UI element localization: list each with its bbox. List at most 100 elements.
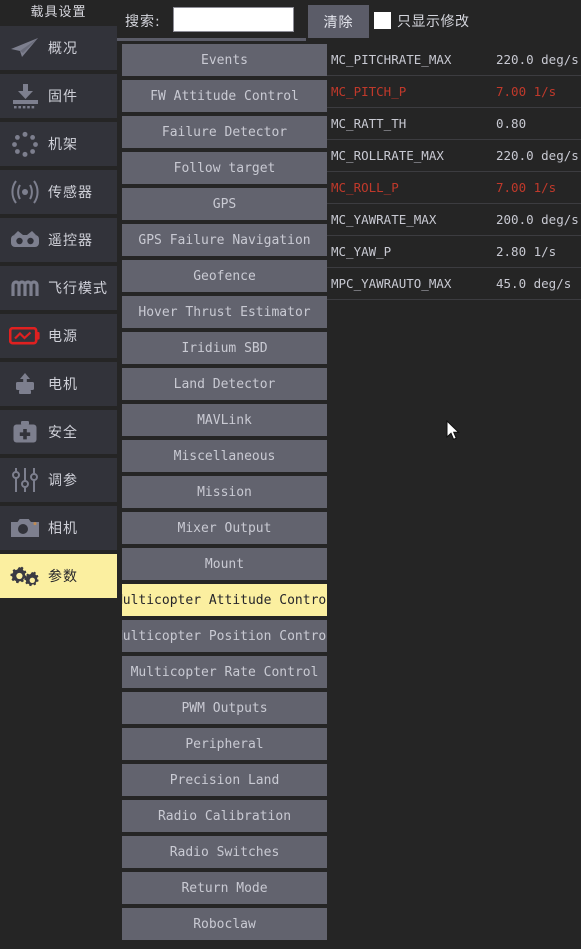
parameter-group-item[interactable]: Return Mode — [122, 872, 327, 904]
parameter-group-item[interactable]: Radio Calibration — [122, 800, 327, 832]
parameter-group-item[interactable]: Precision Land — [122, 764, 327, 796]
parameter-group-item[interactable]: Failure Detector — [122, 116, 327, 148]
parameter-toolbar: 搜索: 清除 只显示修改 — [117, 0, 581, 44]
parameter-name: MPC_YAWRAUTO_MAX — [331, 276, 452, 291]
sidebar-item-label: 电机 — [48, 377, 78, 393]
vehicle-setup-window: 载具设置 概况 固件 机架传感器遥控器飞行模式电源电机安全调参相机参数 搜索: 清除… — [0, 0, 581, 949]
parameter-group-item[interactable]: Multicopter Rate Control — [122, 656, 327, 688]
sidebar-item-1[interactable]: 概况 — [0, 26, 117, 70]
parameter-row[interactable]: MC_YAWRATE_MAX 200.0 deg/s — [327, 204, 581, 236]
sidebar-item-list: 概况 固件 机架传感器遥控器飞行模式电源电机安全调参相机参数 — [0, 26, 117, 598]
parameter-group-label: Land Detector — [173, 376, 276, 392]
tuning-sliders-icon — [8, 464, 42, 496]
airframe-dots-icon — [8, 128, 42, 160]
sidebar-item-label: 电源 — [48, 329, 78, 345]
parameter-group-label: Mixer Output — [177, 520, 272, 536]
vehicle-setup-sidebar: 载具设置 概况 固件 机架传感器遥控器飞行模式电源电机安全调参相机参数 — [0, 0, 117, 949]
parameter-group-item[interactable]: Multicopter Attitude Control — [122, 584, 327, 616]
sidebar-item-label: 遥控器 — [48, 233, 93, 249]
parameter-group-item[interactable]: Peripheral — [122, 728, 327, 760]
parameter-group-item[interactable]: MAVLink — [122, 404, 327, 436]
parameter-group-item[interactable]: Miscellaneous — [122, 440, 327, 472]
clear-button[interactable]: 清除 — [308, 5, 369, 38]
parameter-value: 45.0 deg/s — [496, 276, 572, 291]
gears-icon — [8, 560, 42, 592]
parameter-row[interactable]: MC_PITCHRATE_MAX 220.0 deg/s — [327, 44, 581, 76]
sidebar-item-5[interactable]: 遥控器 — [0, 218, 117, 262]
sidebar-item-8[interactable]: 电机 — [0, 362, 117, 406]
parameter-group-label: Mount — [204, 556, 245, 572]
sidebar-item-7[interactable]: 电源 — [0, 314, 117, 358]
flight-modes-wave-icon — [8, 272, 42, 304]
sidebar-item-label: 传感器 — [48, 185, 93, 201]
parameter-row[interactable]: MC_RATT_TH 0.80 — [327, 108, 581, 140]
camera-icon — [8, 512, 42, 544]
parameter-row[interactable]: MC_PITCH_P 7.00 1/s — [327, 76, 581, 108]
sidebar-item-6[interactable]: 飞行模式 — [0, 266, 117, 310]
sidebar-item-label: 调参 — [48, 473, 78, 489]
parameter-group-label: MAVLink — [197, 412, 252, 428]
sidebar-item-11[interactable]: 相机 — [0, 506, 117, 550]
parameter-group-item[interactable]: GPS — [122, 188, 327, 220]
parameter-group-item[interactable]: Mixer Output — [122, 512, 327, 544]
parameter-group-item[interactable]: Geofence — [122, 260, 327, 292]
sidebar-title: 载具设置 — [0, 0, 117, 26]
parameter-row[interactable]: MC_ROLLRATE_MAX 220.0 deg/s — [327, 140, 581, 172]
parameter-group-list[interactable]: Events FW Attitude Control Failure Detecto… — [122, 44, 327, 949]
parameter-group-label: Miscellaneous — [173, 448, 276, 464]
sidebar-item-label: 相机 — [48, 521, 78, 537]
parameter-group-label: Geofence — [193, 268, 256, 284]
parameter-group-label: Iridium SBD — [181, 340, 268, 356]
parameter-name: MC_ROLLRATE_MAX — [331, 148, 444, 163]
parameter-group-item[interactable]: Mission — [122, 476, 327, 508]
sidebar-item-2[interactable]: 固件 — [0, 74, 117, 118]
search-input[interactable] — [173, 7, 294, 32]
parameter-group-item[interactable]: Radio Switches — [122, 836, 327, 868]
sidebar-item-3[interactable]: 机架 — [0, 122, 117, 166]
parameter-row[interactable]: MPC_YAWRAUTO_MAX 45.0 deg/s — [327, 268, 581, 300]
sidebar-item-label: 参数 — [48, 569, 78, 585]
parameter-name: MC_RATT_TH — [331, 116, 407, 131]
parameter-group-label: GPS Failure Navigation — [138, 232, 311, 248]
parameter-name: MC_YAWRATE_MAX — [331, 212, 437, 227]
parameter-group-item[interactable]: Events — [122, 44, 327, 76]
sidebar-item-10[interactable]: 调参 — [0, 458, 117, 502]
parameter-group-label: Follow target — [173, 160, 276, 176]
parameter-group-label: Events — [201, 52, 248, 68]
parameter-group-label: Roboclaw — [193, 916, 256, 932]
parameter-group-item[interactable]: Multicopter Position Control — [122, 620, 327, 652]
parameter-group-label: Mission — [197, 484, 252, 500]
show-modified-only-checkbox[interactable] — [374, 12, 391, 29]
parameter-value: 2.80 1/s — [496, 244, 557, 259]
parameter-group-item[interactable]: Iridium SBD — [122, 332, 327, 364]
parameter-group-item[interactable]: Mount — [122, 548, 327, 580]
sensor-signal-icon — [8, 176, 42, 208]
parameter-row[interactable]: MC_YAW_P 2.80 1/s — [327, 236, 581, 268]
parameter-group-label: Peripheral — [185, 736, 264, 752]
parameter-value: 220.0 deg/s — [496, 52, 579, 67]
parameter-row[interactable]: MC_ROLL_P 7.00 1/s — [327, 172, 581, 204]
parameter-value: 0.80 — [496, 116, 527, 131]
parameter-group-item[interactable]: GPS Failure Navigation — [122, 224, 327, 256]
sidebar-item-4[interactable]: 传感器 — [0, 170, 117, 214]
sidebar-item-label: 安全 — [48, 425, 78, 441]
show-modified-only-label: 只显示修改 — [397, 14, 470, 30]
parameter-group-item[interactable]: Follow target — [122, 152, 327, 184]
parameter-value: 7.00 1/s — [496, 84, 557, 99]
parameter-group-item[interactable]: Roboclaw — [122, 908, 327, 940]
parameter-group-item[interactable]: PWM Outputs — [122, 692, 327, 724]
parameter-group-label: Multicopter Position Control — [122, 628, 327, 644]
sidebar-item-12[interactable]: 参数 — [0, 554, 117, 598]
search-label: 搜索: — [125, 14, 161, 30]
motor-icon — [8, 368, 42, 400]
parameter-group-item[interactable]: FW Attitude Control — [122, 80, 327, 112]
paper-plane-icon — [8, 32, 42, 64]
parameter-group-item[interactable]: Hover Thrust Estimator — [122, 296, 327, 328]
firmware-download-icon — [8, 80, 42, 112]
parameter-value: 7.00 1/s — [496, 180, 557, 195]
parameter-group-item[interactable]: Land Detector — [122, 368, 327, 400]
sidebar-item-9[interactable]: 安全 — [0, 410, 117, 454]
parameter-table[interactable]: MC_PITCHRATE_MAX 220.0 deg/s MC_PITCH_P 7.0… — [327, 44, 581, 949]
parameter-value: 200.0 deg/s — [496, 212, 579, 227]
parameter-group-label: Return Mode — [181, 880, 268, 896]
